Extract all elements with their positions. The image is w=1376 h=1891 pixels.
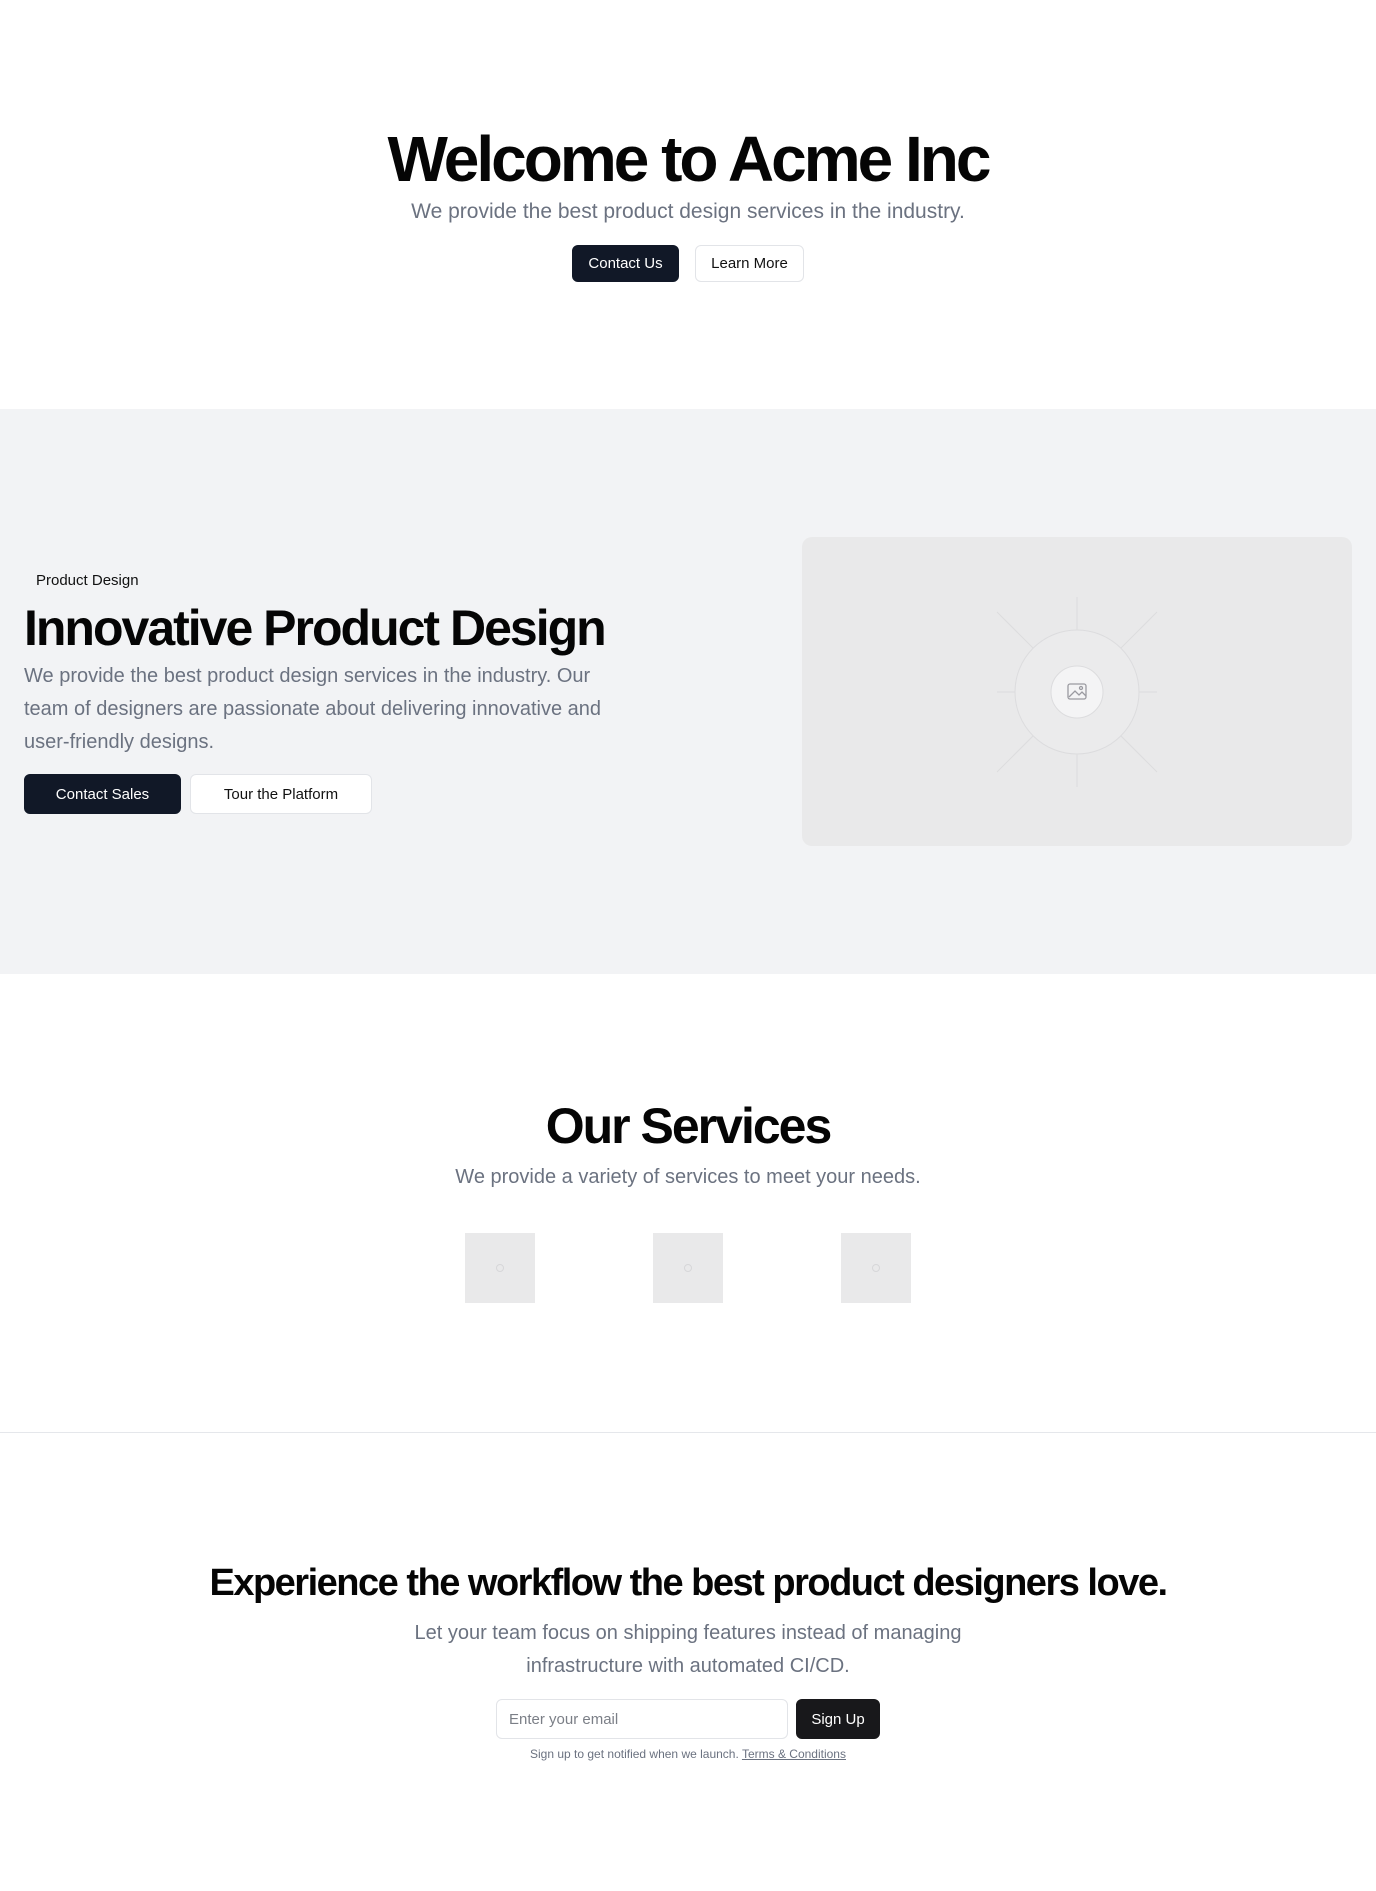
contact-sales-button[interactable]: Contact Sales [24,774,181,814]
image-placeholder-icon [496,1264,504,1272]
cta-title: Experience the workflow the best product… [209,1562,1168,1604]
section-divider [0,1432,1376,1433]
service-thumb-2 [653,1233,723,1303]
hero-subtitle: We provide the best product design servi… [411,200,965,223]
feature-badge: Product Design [36,572,139,589]
learn-more-button[interactable]: Learn More [695,245,804,282]
services-subtitle: We provide a variety of services to meet… [455,1166,921,1188]
email-input[interactable] [496,1699,788,1739]
placeholder-graphic [996,597,1158,787]
feature-title: Innovative Product Design [24,600,607,656]
sign-up-button[interactable]: Sign Up [796,1699,880,1739]
hero-actions: Contact Us Learn More [0,245,1376,282]
feature-image-placeholder [802,537,1352,846]
hero-section: Welcome to Acme Inc We provide the best … [0,0,1376,409]
service-thumb-3 [841,1233,911,1303]
cta-subtitle: Let your team focus on shipping features… [414,1622,962,1677]
image-placeholder-icon [872,1264,880,1272]
service-thumb-1 [465,1233,535,1303]
signup-form: Sign Up [496,1699,880,1739]
contact-us-button[interactable]: Contact Us [572,245,679,282]
feature-description: We provide the best product design servi… [24,665,602,753]
signup-note-text: Sign up to get notified when we launch. [530,1747,739,1761]
feature-actions: Contact Sales Tour the Platform [24,774,372,814]
services-title: Our Services [545,1098,833,1154]
signup-note: Sign up to get notified when we launch. … [0,1746,1376,1762]
image-placeholder-icon [684,1264,692,1272]
tour-platform-button[interactable]: Tour the Platform [190,774,372,814]
hero-title: Welcome to Acme Inc [387,123,992,195]
terms-link[interactable]: Terms & Conditions [742,1747,846,1761]
